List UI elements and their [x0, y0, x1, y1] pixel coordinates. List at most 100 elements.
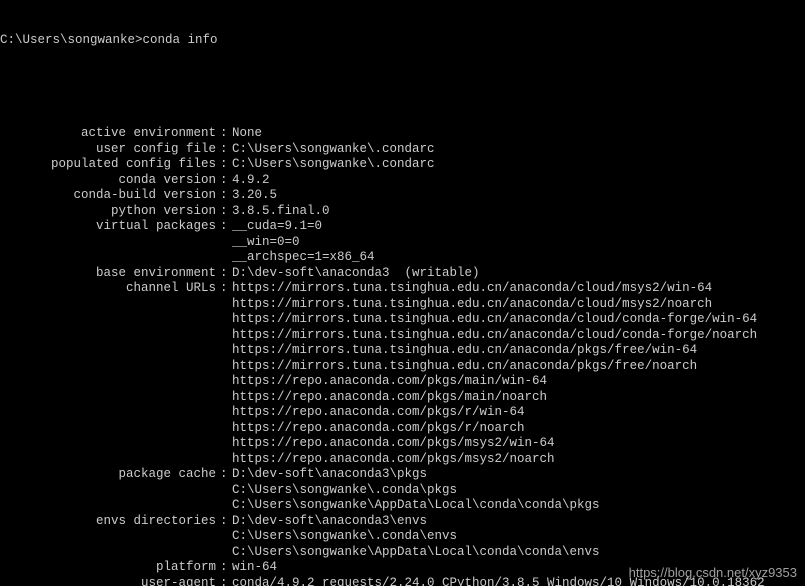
info-value: C:\Users\songwanke\.condarc — [232, 142, 435, 158]
blank-line — [0, 80, 805, 96]
info-line: https://repo.anaconda.com/pkgs/r/win-64 — [0, 405, 805, 421]
info-label: channel URLs — [0, 281, 220, 297]
info-line: https://repo.anaconda.com/pkgs/main/win-… — [0, 374, 805, 390]
info-label: platform — [0, 560, 220, 576]
info-line: C:\Users\songwanke\AppData\Local\conda\c… — [0, 545, 805, 561]
separator: : — [220, 204, 232, 220]
indent — [0, 235, 232, 251]
info-value: https://repo.anaconda.com/pkgs/r/win-64 — [232, 405, 525, 421]
separator: : — [220, 576, 232, 586]
watermark-text: https://blog.csdn.net/xyz9353 — [629, 565, 797, 581]
indent — [0, 390, 232, 406]
indent — [0, 250, 232, 266]
separator: : — [220, 514, 232, 530]
info-value: https://mirrors.tuna.tsinghua.edu.cn/ana… — [232, 328, 757, 344]
info-line: https://mirrors.tuna.tsinghua.edu.cn/ana… — [0, 359, 805, 375]
indent — [0, 421, 232, 437]
indent — [0, 312, 232, 328]
info-line: user config file: C:\Users\songwanke\.co… — [0, 142, 805, 158]
info-line: https://mirrors.tuna.tsinghua.edu.cn/ana… — [0, 297, 805, 313]
info-line: __win=0=0 — [0, 235, 805, 251]
command-prompt: C:\Users\songwanke>conda info — [0, 33, 805, 49]
info-value: https://mirrors.tuna.tsinghua.edu.cn/ana… — [232, 343, 697, 359]
info-line: envs directories: D:\dev-soft\anaconda3\… — [0, 514, 805, 530]
info-label: envs directories — [0, 514, 220, 530]
info-value: https://repo.anaconda.com/pkgs/main/noar… — [232, 390, 547, 406]
info-line: conda version: 4.9.2 — [0, 173, 805, 189]
info-line: populated config files: C:\Users\songwan… — [0, 157, 805, 173]
info-value: https://repo.anaconda.com/pkgs/msys2/win… — [232, 436, 555, 452]
indent — [0, 297, 232, 313]
separator: : — [220, 173, 232, 189]
info-line: C:\Users\songwanke\.conda\envs — [0, 529, 805, 545]
info-value: 3.20.5 — [232, 188, 277, 204]
info-line: __archspec=1=x86_64 — [0, 250, 805, 266]
indent — [0, 498, 232, 514]
info-value: C:\Users\songwanke\AppData\Local\conda\c… — [232, 498, 600, 514]
indent — [0, 359, 232, 375]
info-value: D:\dev-soft\anaconda3 (writable) — [232, 266, 480, 282]
info-value: C:\Users\songwanke\.conda\pkgs — [232, 483, 457, 499]
info-line: virtual packages: __cuda=9.1=0 — [0, 219, 805, 235]
info-label: active environment — [0, 126, 220, 142]
separator: : — [220, 467, 232, 483]
info-line: https://repo.anaconda.com/pkgs/msys2/noa… — [0, 452, 805, 468]
info-label: user-agent — [0, 576, 220, 586]
info-value: https://mirrors.tuna.tsinghua.edu.cn/ana… — [232, 297, 712, 313]
info-line: channel URLs: https://mirrors.tuna.tsing… — [0, 281, 805, 297]
indent — [0, 483, 232, 499]
indent — [0, 405, 232, 421]
info-value: C:\Users\songwanke\.conda\envs — [232, 529, 457, 545]
separator: : — [220, 281, 232, 297]
info-line: https://repo.anaconda.com/pkgs/r/noarch — [0, 421, 805, 437]
indent — [0, 436, 232, 452]
info-line: active environment: None — [0, 126, 805, 142]
separator: : — [220, 266, 232, 282]
info-value: https://mirrors.tuna.tsinghua.edu.cn/ana… — [232, 359, 697, 375]
terminal-output[interactable]: C:\Users\songwanke>conda info active env… — [0, 0, 805, 586]
separator: : — [220, 157, 232, 173]
info-label: conda version — [0, 173, 220, 189]
info-line: C:\Users\songwanke\AppData\Local\conda\c… — [0, 498, 805, 514]
info-line: conda-build version: 3.20.5 — [0, 188, 805, 204]
info-value: https://repo.anaconda.com/pkgs/main/win-… — [232, 374, 547, 390]
info-value: None — [232, 126, 262, 142]
info-label: base environment — [0, 266, 220, 282]
info-value: https://mirrors.tuna.tsinghua.edu.cn/ana… — [232, 312, 757, 328]
info-value: https://repo.anaconda.com/pkgs/r/noarch — [232, 421, 525, 437]
info-value: C:\Users\songwanke\.condarc — [232, 157, 435, 173]
info-label: user config file — [0, 142, 220, 158]
info-line: https://repo.anaconda.com/pkgs/msys2/win… — [0, 436, 805, 452]
info-line: C:\Users\songwanke\.conda\pkgs — [0, 483, 805, 499]
info-line: https://repo.anaconda.com/pkgs/main/noar… — [0, 390, 805, 406]
separator: : — [220, 219, 232, 235]
info-line: https://mirrors.tuna.tsinghua.edu.cn/ana… — [0, 312, 805, 328]
info-label: populated config files — [0, 157, 220, 173]
info-line: base environment: D:\dev-soft\anaconda3 … — [0, 266, 805, 282]
info-value: https://mirrors.tuna.tsinghua.edu.cn/ana… — [232, 281, 712, 297]
indent — [0, 374, 232, 390]
info-label: virtual packages — [0, 219, 220, 235]
info-label: python version — [0, 204, 220, 220]
info-value: 4.9.2 — [232, 173, 270, 189]
separator: : — [220, 142, 232, 158]
info-value: D:\dev-soft\anaconda3\pkgs — [232, 467, 427, 483]
info-value: __cuda=9.1=0 — [232, 219, 322, 235]
info-line: package cache: D:\dev-soft\anaconda3\pkg… — [0, 467, 805, 483]
info-value: D:\dev-soft\anaconda3\envs — [232, 514, 427, 530]
separator: : — [220, 126, 232, 142]
separator: : — [220, 188, 232, 204]
info-line: https://mirrors.tuna.tsinghua.edu.cn/ana… — [0, 343, 805, 359]
indent — [0, 529, 232, 545]
indent — [0, 545, 232, 561]
indent — [0, 328, 232, 344]
info-value: __archspec=1=x86_64 — [232, 250, 375, 266]
info-line: python version: 3.8.5.final.0 — [0, 204, 805, 220]
info-value: 3.8.5.final.0 — [232, 204, 330, 220]
info-line: https://mirrors.tuna.tsinghua.edu.cn/ana… — [0, 328, 805, 344]
info-value: https://repo.anaconda.com/pkgs/msys2/noa… — [232, 452, 555, 468]
indent — [0, 343, 232, 359]
indent — [0, 452, 232, 468]
info-value: C:\Users\songwanke\AppData\Local\conda\c… — [232, 545, 600, 561]
info-value: __win=0=0 — [232, 235, 300, 251]
